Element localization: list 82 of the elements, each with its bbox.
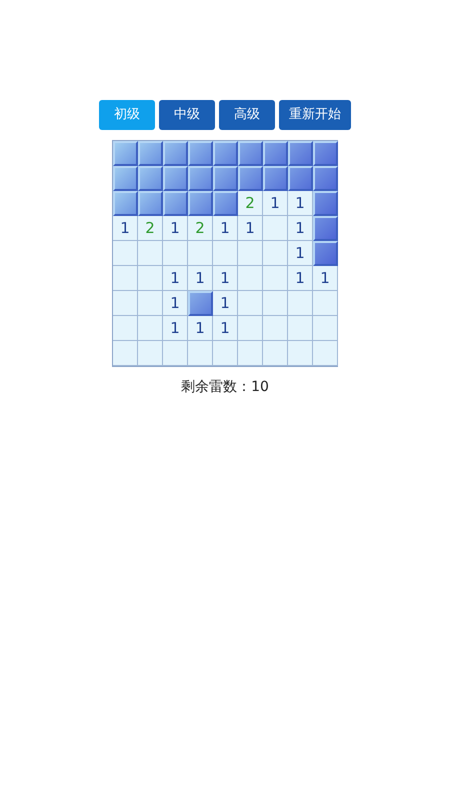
revealed-cell[interactable]: 1 [213, 291, 238, 316]
revealed-cell[interactable]: 1 [188, 266, 213, 291]
revealed-cell[interactable] [238, 291, 263, 316]
covered-cell[interactable] [188, 141, 213, 166]
covered-cell[interactable] [188, 166, 213, 191]
revealed-cell[interactable] [238, 341, 263, 366]
level-tab[interactable]: 中级 [159, 100, 215, 130]
covered-cell[interactable] [138, 191, 163, 216]
covered-cell[interactable] [288, 141, 313, 166]
revealed-cell[interactable] [263, 316, 288, 341]
revealed-cell[interactable] [238, 241, 263, 266]
covered-cell[interactable] [113, 166, 138, 191]
revealed-cell[interactable] [113, 316, 138, 341]
mines-left-counter: 剩余雷数：10 [180, 378, 270, 397]
covered-cell[interactable] [313, 166, 338, 191]
revealed-cell[interactable]: 1 [213, 216, 238, 241]
revealed-cell[interactable] [288, 341, 313, 366]
revealed-cell[interactable] [163, 241, 188, 266]
covered-cell[interactable] [313, 191, 338, 216]
covered-cell[interactable] [213, 191, 238, 216]
covered-cell[interactable] [313, 241, 338, 266]
revealed-cell[interactable] [288, 291, 313, 316]
revealed-cell[interactable] [113, 241, 138, 266]
revealed-cell[interactable] [288, 316, 313, 341]
revealed-cell[interactable]: 1 [163, 291, 188, 316]
revealed-cell[interactable]: 1 [163, 266, 188, 291]
covered-cell[interactable] [163, 166, 188, 191]
revealed-cell[interactable] [138, 341, 163, 366]
revealed-cell[interactable]: 1 [163, 316, 188, 341]
covered-cell[interactable] [288, 166, 313, 191]
restart-button[interactable]: 重新开始 [279, 100, 351, 130]
revealed-cell[interactable] [313, 291, 338, 316]
revealed-cell[interactable]: 1 [163, 216, 188, 241]
revealed-cell[interactable] [238, 266, 263, 291]
covered-cell[interactable] [188, 191, 213, 216]
revealed-cell[interactable]: 1 [288, 216, 313, 241]
revealed-cell[interactable] [113, 291, 138, 316]
revealed-cell[interactable] [188, 341, 213, 366]
covered-cell[interactable] [213, 141, 238, 166]
revealed-cell[interactable] [263, 341, 288, 366]
revealed-cell[interactable]: 1 [288, 191, 313, 216]
revealed-cell[interactable] [213, 341, 238, 366]
revealed-cell[interactable] [113, 266, 138, 291]
revealed-cell[interactable] [138, 291, 163, 316]
revealed-cell[interactable]: 1 [213, 316, 238, 341]
covered-cell[interactable] [163, 141, 188, 166]
revealed-cell[interactable] [138, 241, 163, 266]
covered-cell[interactable] [113, 141, 138, 166]
revealed-cell[interactable] [113, 341, 138, 366]
revealed-cell[interactable] [263, 241, 288, 266]
covered-cell[interactable] [238, 141, 263, 166]
revealed-cell[interactable] [163, 341, 188, 366]
covered-cell[interactable] [188, 291, 213, 316]
level-tab[interactable]: 高级 [219, 100, 275, 130]
covered-cell[interactable] [313, 216, 338, 241]
covered-cell[interactable] [113, 191, 138, 216]
revealed-cell[interactable] [263, 291, 288, 316]
covered-cell[interactable] [138, 141, 163, 166]
revealed-cell[interactable] [238, 316, 263, 341]
covered-cell[interactable] [263, 141, 288, 166]
covered-cell[interactable] [238, 166, 263, 191]
covered-cell[interactable] [263, 166, 288, 191]
revealed-cell[interactable]: 1 [288, 241, 313, 266]
revealed-cell[interactable] [313, 341, 338, 366]
revealed-cell[interactable]: 1 [113, 216, 138, 241]
revealed-cell[interactable] [263, 266, 288, 291]
revealed-cell[interactable]: 1 [213, 266, 238, 291]
revealed-cell[interactable]: 1 [238, 216, 263, 241]
revealed-cell[interactable] [263, 216, 288, 241]
revealed-cell[interactable]: 1 [263, 191, 288, 216]
revealed-cell[interactable] [313, 316, 338, 341]
revealed-cell[interactable] [213, 241, 238, 266]
covered-cell[interactable] [313, 141, 338, 166]
revealed-cell[interactable]: 1 [313, 266, 338, 291]
revealed-cell[interactable] [138, 316, 163, 341]
covered-cell[interactable] [138, 166, 163, 191]
revealed-cell[interactable] [138, 266, 163, 291]
revealed-cell[interactable]: 1 [288, 266, 313, 291]
covered-cell[interactable] [163, 191, 188, 216]
covered-cell[interactable] [213, 166, 238, 191]
revealed-cell[interactable] [188, 241, 213, 266]
revealed-cell[interactable]: 1 [188, 316, 213, 341]
